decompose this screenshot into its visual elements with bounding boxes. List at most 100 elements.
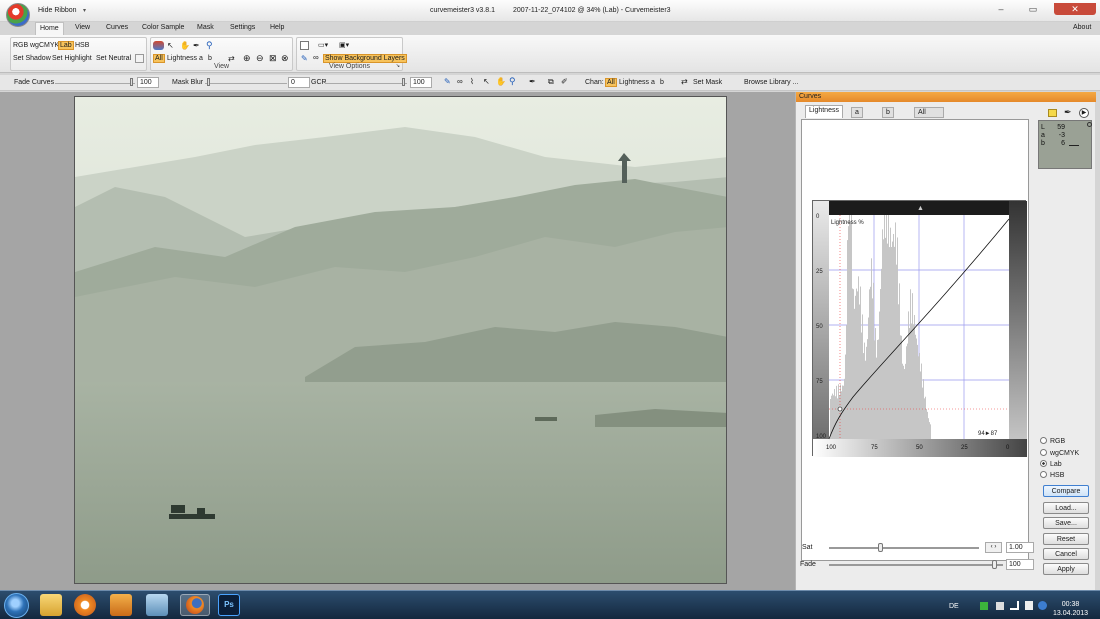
gcr-value[interactable]: 100	[410, 77, 432, 88]
channel-lightness[interactable]: Lightness	[167, 55, 197, 62]
gcr-thumb[interactable]	[402, 78, 405, 86]
radio-wgcmyk-dot[interactable]	[1040, 449, 1047, 456]
channel-b[interactable]: b	[208, 55, 212, 62]
radio-wgcmyk[interactable]: wgCMYK	[1040, 449, 1079, 457]
tab-help[interactable]: Help	[270, 24, 284, 31]
compare-button[interactable]: Compare	[1043, 485, 1089, 497]
play-icon[interactable]: ▶	[1079, 108, 1089, 118]
explorer-icon[interactable]	[40, 594, 62, 616]
fade-value-field[interactable]: 100	[1006, 559, 1034, 570]
tab-curves[interactable]: Curves	[106, 24, 128, 31]
fade-curves-value[interactable]: 100	[137, 77, 159, 88]
channel-a[interactable]: a	[199, 55, 203, 62]
radio-lab[interactable]: Lab	[1040, 460, 1062, 468]
set-highlight-button[interactable]: Set Highlight	[52, 55, 92, 62]
firefox-taskbar-button[interactable]	[180, 594, 210, 616]
tray-icon-3[interactable]	[1038, 601, 1047, 610]
mode-rgb[interactable]: RGB	[13, 42, 28, 49]
set-shadow-button[interactable]: Set Shadow	[13, 55, 51, 62]
binoculars-tool-icon[interactable]: ∞	[457, 77, 463, 86]
pen-icon[interactable]: ✎	[301, 54, 308, 63]
pen-tool-icon[interactable]: ✎	[444, 77, 451, 86]
curve-tab-b[interactable]: b	[882, 107, 894, 118]
curve-graph[interactable]: Lightness % 94►87 ▲ 0 25 50 75 100 100 75 50 25…	[812, 200, 1027, 457]
chan-lightness[interactable]: Lightness	[619, 79, 649, 86]
signal-icon[interactable]	[1010, 601, 1019, 610]
network-app-icon[interactable]	[146, 594, 168, 616]
show-background-layers-toggle[interactable]: Show Background Layers	[323, 54, 407, 63]
dialog-launcher-icon[interactable]: ↘	[396, 63, 400, 69]
sat-value-field[interactable]: 1.00	[1006, 542, 1034, 553]
hand-tool-icon[interactable]: ✋	[496, 77, 506, 86]
paint-icon[interactable]	[153, 41, 164, 50]
fade-slider[interactable]	[829, 564, 1003, 566]
load-button[interactable]: Load...	[1043, 502, 1089, 514]
qat-dropdown-icon[interactable]: ▾	[83, 7, 86, 14]
mode-lab[interactable]: Lab	[58, 41, 74, 50]
app-logo-icon[interactable]	[6, 3, 30, 27]
curve-point[interactable]	[837, 406, 843, 412]
radio-hsb[interactable]: HSB	[1040, 471, 1064, 479]
eyedropper-icon[interactable]: ✒	[193, 41, 200, 50]
reset-button[interactable]: Reset	[1043, 533, 1089, 545]
language-indicator[interactable]: DE	[949, 603, 959, 610]
curve-tool-icon[interactable]	[135, 54, 144, 63]
chan-a[interactable]: a	[651, 79, 655, 86]
copy-icon[interactable]: ⧉	[548, 77, 554, 87]
apply-button[interactable]: Apply	[1043, 563, 1089, 575]
arrow-tool-icon[interactable]: ↖	[483, 77, 490, 86]
tab-view[interactable]: View	[75, 24, 90, 31]
fade-curves-thumb[interactable]	[130, 78, 133, 86]
radio-rgb-dot[interactable]	[1040, 437, 1047, 444]
mask-blur-value[interactable]: 0	[288, 77, 310, 88]
radio-lab-dot[interactable]	[1040, 460, 1047, 467]
mask-icon[interactable]: ⇄	[681, 77, 688, 86]
binoculars-icon[interactable]: ∞	[313, 53, 319, 62]
mask-blur-slider[interactable]	[205, 83, 287, 84]
app-icon[interactable]	[110, 594, 132, 616]
frame-icon[interactable]	[300, 41, 309, 50]
curve-graph-svg[interactable]: Lightness % 94►87 ▲ 0255075100 100 75 50 25…	[813, 201, 1027, 457]
curve-tab-lightness[interactable]: Lightness	[805, 105, 843, 118]
sat-slider[interactable]	[829, 547, 979, 549]
link-icon[interactable]: ⇄	[228, 54, 235, 63]
sat-slider-thumb[interactable]	[878, 543, 883, 552]
about-link[interactable]: About	[1073, 24, 1091, 31]
eyedropper-tool-icon[interactable]: ✒	[529, 77, 536, 86]
mask-blur-thumb[interactable]	[207, 78, 210, 86]
tray-icon-1[interactable]	[980, 602, 988, 610]
fade-slider-thumb[interactable]	[992, 560, 997, 569]
chan-all[interactable]: All	[605, 78, 617, 87]
brush-icon[interactable]: ✐	[561, 77, 568, 86]
clock[interactable]: 00:38 13.04.2013	[1053, 600, 1088, 618]
tab-mask[interactable]: Mask	[197, 24, 214, 31]
photoshop-icon[interactable]: Ps	[218, 594, 240, 616]
maximize-button[interactable]: ▭	[1022, 3, 1044, 15]
close-button[interactable]: ✕	[1054, 3, 1096, 15]
zoom-tool-icon[interactable]: ⚲	[509, 76, 516, 87]
cancel-button[interactable]: Cancel	[1043, 548, 1089, 560]
zoom-icon[interactable]: ⚲	[206, 40, 213, 51]
sat-stepper[interactable]: ‹ ›	[985, 542, 1002, 553]
mode-wgcmyk[interactable]: wgCMYK	[30, 42, 59, 49]
arrow-cursor-icon[interactable]: ↖	[167, 41, 174, 50]
media-player-icon[interactable]	[74, 594, 96, 616]
channel-all[interactable]: All	[153, 54, 165, 63]
volume-icon[interactable]	[1025, 601, 1033, 610]
chan-b[interactable]: b	[660, 79, 664, 86]
eyedropper-panel-icon[interactable]: ✒	[1064, 107, 1072, 118]
save-button[interactable]: Save...	[1043, 517, 1089, 529]
curve-tab-a[interactable]: a	[851, 107, 863, 118]
fade-curves-slider[interactable]	[55, 83, 135, 84]
document-photo[interactable]	[74, 96, 727, 584]
curve-tab-all[interactable]: All	[914, 107, 944, 118]
gcr-slider[interactable]	[325, 83, 407, 84]
start-button[interactable]	[4, 593, 29, 618]
tray-icon-2[interactable]	[996, 602, 1004, 610]
minimize-button[interactable]: –	[990, 3, 1012, 15]
display-icon[interactable]: ▣▾	[339, 41, 349, 49]
hide-ribbon-button[interactable]: Hide Ribbon	[38, 7, 77, 14]
set-neutral-button[interactable]: Set Neutral	[96, 55, 131, 62]
layers-icon[interactable]: ▭▾	[318, 41, 328, 49]
set-mask-button[interactable]: Set Mask	[693, 79, 722, 86]
